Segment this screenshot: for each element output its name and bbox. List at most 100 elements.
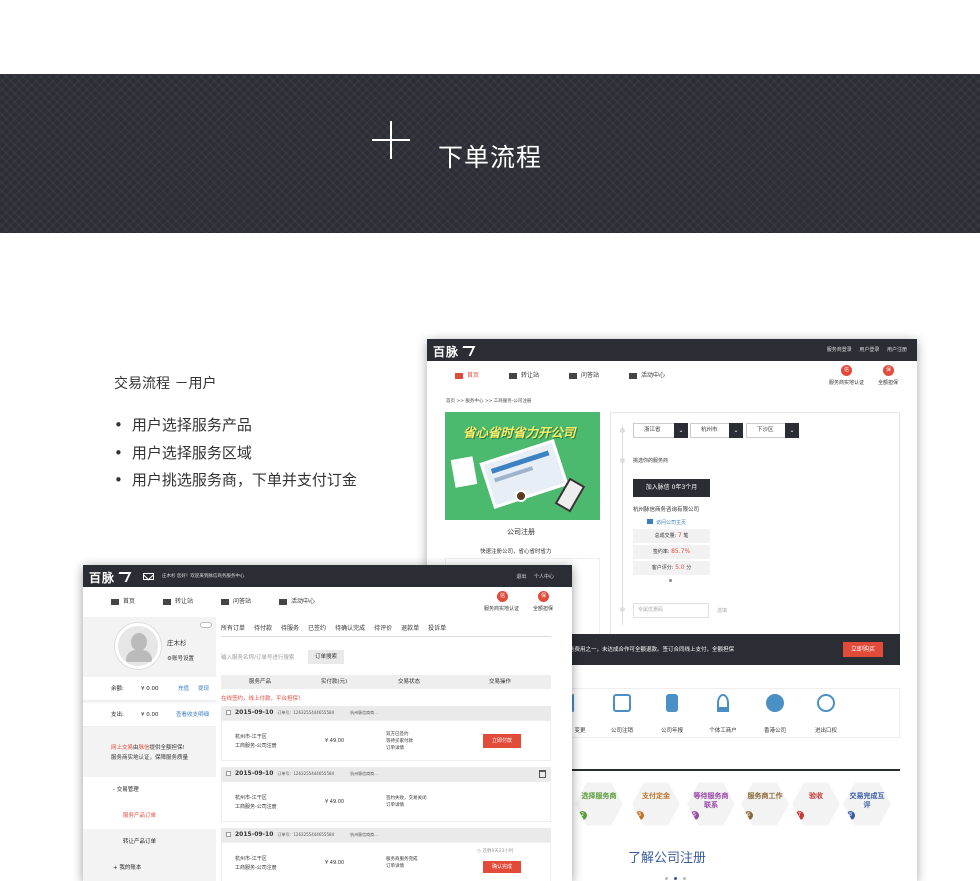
vendor-tenure-tag[interactable]: 加入脉信 0年3个月 [633, 479, 710, 497]
menu-trade-management[interactable]: - 交易管理 [83, 777, 216, 803]
order-price: ¥ 49.00 [325, 738, 345, 744]
main-nav: 首页 转让站 问答站 活动中心 [455, 370, 665, 379]
menu-my-ledger[interactable]: + 我的账本 [83, 855, 216, 881]
city-select[interactable]: 杭州市 ⌄ [690, 423, 743, 438]
nav-transfer[interactable]: 转让站 [509, 370, 539, 379]
confirm-complete-button[interactable]: 确认完成 [483, 861, 521, 873]
withdraw-link[interactable]: 提现 [198, 677, 209, 701]
recharge-link[interactable]: 充值 [178, 677, 189, 701]
tab-signed[interactable]: 已签约 [308, 623, 326, 637]
mail-icon[interactable] [143, 573, 154, 580]
wing-icon [458, 346, 476, 356]
pager-dot[interactable] [669, 579, 672, 582]
carousel-dot[interactable] [674, 877, 677, 880]
menu-service-orders[interactable]: 服务产品订单 [83, 803, 216, 829]
province-select[interactable]: 浙江省 ⌄ [633, 423, 688, 438]
bauhinia-icon [766, 694, 784, 712]
timeline-dot [620, 607, 625, 612]
order-product[interactable]: 杭州市-江干区 工商服务-公司注册 [235, 855, 277, 873]
expense-detail-link[interactable]: 查看收支明细 [176, 703, 209, 727]
tab-pending-confirm[interactable]: 待确认完成 [335, 623, 365, 637]
order-checkbox[interactable] [226, 710, 231, 715]
order-search-button[interactable]: 订单搜索 [308, 650, 344, 664]
nav-qa[interactable]: 问答站 [221, 596, 251, 605]
tab-all-orders[interactable]: 所有订单 [221, 623, 246, 637]
buy-now-button[interactable]: 立即购买 [843, 642, 883, 657]
order-product[interactable]: 杭州市-江干区 工商服务-公司注册 [235, 794, 277, 812]
tab-pending-service[interactable]: 待服务 [281, 623, 299, 637]
top-links: 退出 个人中心 [510, 573, 554, 580]
tab-pending-payment[interactable]: 待付款 [254, 623, 272, 637]
tab-pending-review[interactable]: 待评价 [374, 623, 392, 637]
coupon-input[interactable]: 专属优惠码 [633, 603, 709, 618]
order-notice: 在线签约，线上付款，平台担保！ [221, 696, 304, 702]
process-step-choose-vendor: 选择服务商 2 [575, 782, 623, 826]
nav-transfer[interactable]: 转让站 [163, 596, 193, 605]
vendor-company-name[interactable]: 杭州脉信商务咨询有限公司 [633, 505, 699, 513]
service-item-annual-report[interactable]: 公司年报 [647, 694, 697, 734]
tab-complaints[interactable]: 投诉单 [428, 623, 446, 637]
guarantee-badge-icon: 保 [538, 591, 549, 602]
order-tabs: 所有订单 待付款 待服务 已签约 待确认完成 待评价 退款单 投诉单 [221, 623, 446, 637]
guarantee-badge-icon: 保 [883, 365, 894, 376]
order-status: 签约失败，交易关闭 订单详情 [386, 796, 427, 808]
process-step-vendor-work: 服务商工作 6 [741, 782, 789, 826]
process-step-acceptance: 验收 7 [792, 782, 840, 826]
globe-icon [817, 694, 835, 712]
stat-sign-rate: 签约率: 85.7% [633, 545, 710, 559]
service-item-import-export[interactable]: 进出口权 [801, 694, 851, 734]
flow-bullet-list: 用户选择服务产品 用户选择服务区域 用户挑选服务商，下单并支付订金 [114, 415, 357, 498]
order-row: 2015-09-10 订单号：1263255444655584 杭州脉信商商... … [221, 828, 551, 881]
nav-events[interactable]: 活动中心 [279, 596, 315, 605]
flow-title: 交易流程 －用户 [114, 376, 217, 392]
carousel-dots [662, 865, 702, 880]
order-checkbox[interactable] [226, 771, 231, 776]
verified-badge-icon: 信 [841, 365, 852, 376]
pay-now-button[interactable]: 立即付款 [483, 734, 521, 748]
service-item-hk-company[interactable]: 香港公司 [750, 694, 800, 734]
nav-home[interactable]: 首页 [111, 596, 135, 605]
product-title: 公司注册 [507, 528, 535, 536]
document-icon [613, 694, 631, 712]
link-logout[interactable]: 退出 [516, 574, 526, 580]
tab-refunds[interactable]: 退款单 [401, 623, 419, 637]
menu-transfer-orders[interactable]: 转让产品订单 [83, 829, 216, 855]
toggle-switch[interactable] [200, 622, 212, 628]
order-detail-link[interactable]: 订单详情 [386, 746, 404, 751]
main-nav: 首页 转让站 问答站 活动中心 [111, 596, 315, 605]
guarantee-label: 全额担保 [533, 606, 554, 612]
link-vendor-login[interactable]: 服务商登录 [827, 347, 852, 353]
link-profile[interactable]: 个人中心 [534, 574, 554, 580]
guarantee-promo: 网上交易由脉信提供全额担保! 服务商实地认证，保障服务质量 [111, 745, 189, 761]
user-sidebar: 庄木杉 ⚙账号设置 余额: ¥ 0.00 充值 提现 支出: ¥ 0.00 查看… [83, 617, 216, 881]
trash-icon[interactable] [539, 770, 546, 778]
nav-qa[interactable]: 问答站 [569, 370, 599, 379]
nav-events[interactable]: 活动中心 [629, 370, 665, 379]
brand-logo[interactable]: 百脉 [89, 569, 132, 586]
top-links: 服务商登录 用户登录 用户注册 [821, 346, 907, 353]
order-product[interactable]: 杭州市-江干区 工商服务-公司注册 [235, 733, 277, 751]
order-search-input[interactable]: 输入服务名称/订单号进行搜索 [221, 653, 294, 661]
order-table-header: 服务产品 实付款(元) 交易状态 交易操作 [221, 675, 551, 689]
visit-company-link[interactable]: 访问公司主页 [647, 519, 686, 526]
process-step-deposit: 支付定金 3 [632, 782, 680, 826]
timeline [622, 425, 623, 625]
carousel-dot[interactable] [683, 877, 686, 880]
district-select[interactable]: 下沙区 ⌄ [746, 423, 799, 438]
order-detail-link[interactable]: 订单详情 [386, 803, 404, 808]
choose-vendor-label: 挑选你的服务商 [633, 458, 669, 464]
link-user-register[interactable]: 用户注册 [887, 347, 907, 353]
link-user-login[interactable]: 用户登录 [859, 347, 879, 353]
order-checkbox[interactable] [226, 832, 231, 837]
col-paid: 实付款(元) [321, 679, 348, 685]
service-item-sole-trader[interactable]: 个体工商户 [698, 694, 748, 734]
carousel-dot[interactable] [665, 877, 668, 880]
service-item-deregister[interactable]: 公司注销 [597, 694, 647, 734]
trash-icon [509, 372, 518, 379]
megaphone-icon [279, 598, 288, 605]
account-settings-link[interactable]: ⚙账号设置 [167, 654, 194, 662]
avatar[interactable] [115, 623, 161, 669]
order-detail-link[interactable]: 订单详情 [386, 864, 404, 869]
brand-logo[interactable]: 百脉 [433, 343, 476, 360]
nav-home[interactable]: 首页 [455, 370, 479, 379]
